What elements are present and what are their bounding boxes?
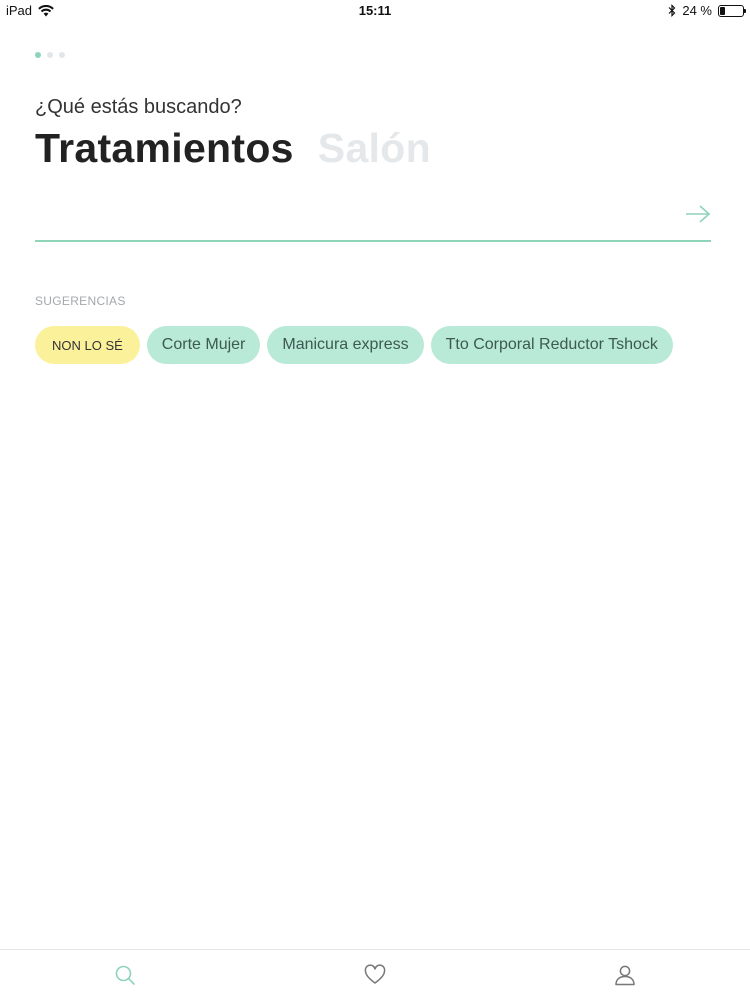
search-field: [35, 198, 711, 242]
tab-salon[interactable]: Salón: [318, 125, 431, 172]
user-icon[interactable]: [614, 964, 636, 986]
status-bar-right: 24 %: [668, 3, 746, 18]
page-dot: [35, 52, 41, 58]
bottom-tab-bar: [0, 949, 750, 1000]
search-input[interactable]: [35, 198, 655, 238]
search-icon[interactable]: [114, 964, 136, 986]
battery-icon: [718, 4, 746, 17]
page-dot: [59, 52, 65, 58]
status-bar: iPad 15:11 24 %: [0, 0, 750, 22]
search-prompt: ¿Qué estás buscando?: [35, 96, 242, 118]
suggestion-chip[interactable]: Tto Corporal Reductor Tshock: [430, 326, 673, 364]
page-indicator: [35, 52, 65, 58]
suggestion-chip[interactable]: Corte Mujer: [146, 326, 261, 364]
battery-level: [720, 6, 726, 15]
dont-know-chip[interactable]: NON LO SÉ: [35, 326, 140, 364]
battery-percentage: 24 %: [682, 3, 712, 18]
arrow-right-icon[interactable]: [685, 204, 711, 224]
tab-treatments[interactable]: Tratamientos: [35, 125, 294, 172]
status-time: 15:11: [358, 3, 392, 18]
suggestions-label: SUGERENCIAS: [35, 294, 126, 308]
heart-icon[interactable]: [364, 964, 386, 986]
search-mode-tabs: Tratamientos Salón: [35, 125, 431, 172]
suggestion-chip[interactable]: Manicura express: [267, 326, 424, 364]
bluetooth-icon: [668, 4, 676, 17]
suggestion-chips: NON LO SÉ Corte Mujer Manicura express Tto …: [35, 326, 673, 364]
page-dot: [47, 52, 53, 58]
